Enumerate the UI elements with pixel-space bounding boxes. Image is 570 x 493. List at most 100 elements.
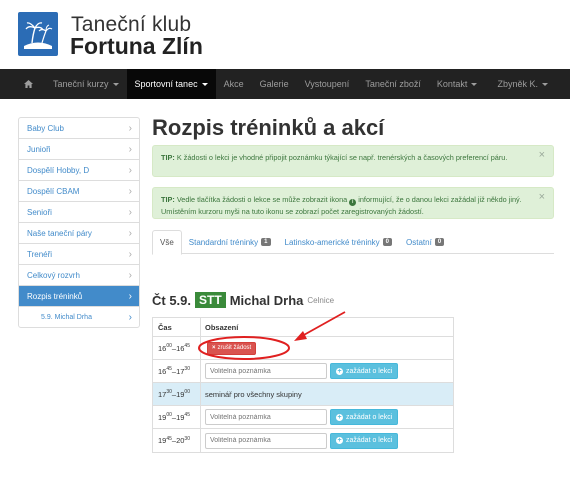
note-input[interactable]	[205, 409, 327, 425]
day-date: Čt 5.9.	[152, 292, 192, 308]
tab-label: Ostatní	[406, 237, 432, 247]
table-row: 17 30 – 19 00 seminář pro všechny skupiny	[153, 383, 453, 406]
end-minute: 30	[184, 435, 190, 442]
request-lesson-button[interactable]: + zažádat o lekci	[330, 409, 399, 425]
sidebar-item-label: Baby Club	[27, 123, 64, 133]
caret-down-icon	[471, 82, 478, 86]
sidebar-item-label: Trenéři	[27, 249, 53, 259]
time-cell: 19 00 – 19 45	[153, 406, 201, 428]
tip-text-before: Vedle tlačítka žádosti o lekce se může z…	[176, 195, 348, 204]
nav-kontakt[interactable]: Kontakt	[429, 69, 486, 99]
close-icon[interactable]: ×	[539, 150, 545, 161]
schedule-table: Čas Obsazení 16 00 – 16 45 × zrušit žádost 16…	[152, 317, 454, 453]
sidebar-item-treneri[interactable]: Trenéři ›	[19, 244, 139, 265]
caret-down-icon	[112, 82, 119, 86]
sidebar-item-label: Naše taneční páry	[27, 228, 92, 238]
table-row: 1645 – 1730 +zažádat o lekci	[153, 360, 453, 383]
chevron-right-icon: ›	[128, 312, 132, 323]
nav-sportovni-tanec[interactable]: Sportovní tanec	[126, 69, 216, 99]
table-row: 1945 – 2030 +zažádat o lekci	[153, 429, 453, 452]
sidebar-item-juniori[interactable]: Junioři ›	[19, 139, 139, 160]
user-menu[interactable]: Zbyněk K.	[489, 69, 556, 99]
training-day-heading: Čt 5.9. STT Michal Drha Celnice	[152, 292, 334, 308]
sidebar-item-seniori[interactable]: Senioři ›	[19, 202, 139, 223]
note-input[interactable]	[205, 432, 327, 449]
page-title: Rozpis tréninků a akcí	[152, 115, 385, 140]
nav-tanecni-kurzy[interactable]: Taneční kurzy	[45, 69, 127, 99]
sidebar-item-rozpis-treninku[interactable]: Rozpis tréninků ›	[19, 286, 139, 307]
sidebar-item-label: Junioři	[27, 144, 51, 154]
end-minute: 45	[184, 412, 190, 418]
table-row: 16 00 – 16 45 × zrušit žádost	[153, 337, 453, 360]
sidebar-subitem-label: 5.9. Michal Drha	[41, 313, 92, 321]
tip-label: TIP:	[161, 195, 175, 204]
start-hour: 16	[158, 366, 167, 376]
occupancy-cell: +zažádat o lekci	[201, 429, 453, 452]
sidebar-item-label: Dospělí CBAM	[27, 186, 80, 196]
chevron-right-icon: ›	[128, 249, 132, 260]
chevron-right-icon: ›	[128, 144, 132, 155]
start-minute: 00	[166, 343, 172, 349]
sidebar-item-celkovy-rozvrh[interactable]: Celkový rozvrh ›	[19, 265, 139, 286]
nav-galerie[interactable]: Galerie	[252, 69, 297, 99]
cancel-request-label: zrušit žádost	[217, 345, 252, 351]
start-hour: 16	[158, 343, 167, 353]
tab-ostatni[interactable]: Ostatní 0	[399, 230, 451, 254]
end-hour: 16	[176, 343, 185, 353]
sidebar-item-baby-club[interactable]: Baby Club ›	[19, 118, 139, 139]
request-lesson-button[interactable]: + zažádat o lekci	[330, 432, 399, 449]
dance-type-badge: STT	[195, 292, 226, 308]
tab-label: Latinsko-americké tréninky	[284, 237, 380, 247]
chevron-right-icon: ›	[128, 123, 132, 134]
sidebar-item-dospeli-hobby[interactable]: Dospělí Hobby, D ›	[19, 160, 139, 181]
sidebar-subitem-training[interactable]: 5.9. Michal Drha ›	[19, 307, 139, 327]
tab-latinsko-americke[interactable]: Latinsko-americké tréninky 0	[278, 230, 400, 254]
nav-label: Galerie	[259, 79, 289, 89]
tab-vse[interactable]: Vše	[152, 230, 182, 255]
info-icon: i	[349, 199, 357, 206]
sidebar-item-dospeli-cbam[interactable]: Dospělí CBAM ›	[19, 181, 139, 202]
request-lesson-label: zažádat o lekci	[346, 437, 393, 444]
occupancy-cell: seminář pro všechny skupiny	[201, 383, 453, 405]
start-minute: 45	[166, 366, 172, 372]
start-hour: 17	[158, 389, 167, 399]
start-minute: 45	[166, 435, 172, 442]
cancel-request-button[interactable]: × zrušit žádost	[207, 341, 257, 355]
event-description: seminář pro všechny skupiny	[205, 389, 302, 399]
header-occupancy: Obsazení	[205, 322, 239, 332]
tip-alert-info-icon: TIP: Vedle tlačítka žádosti o lekce se m…	[152, 187, 554, 219]
request-lesson-button[interactable]: + zažádat o lekci	[330, 363, 399, 379]
occupancy-cell: × zrušit žádost	[201, 337, 453, 359]
home-icon[interactable]	[0, 69, 45, 99]
nav-label: Taneční kurzy	[53, 79, 109, 89]
palm-island-logo-icon[interactable]	[18, 12, 58, 56]
count-badge: 0	[434, 238, 445, 246]
request-lesson-label: zažádat o lekci	[346, 413, 393, 421]
nav-label: Kontakt	[436, 79, 468, 89]
note-input[interactable]	[205, 363, 327, 379]
main-navbar: Taneční kurzy Sportovní tanec Akce Galer…	[0, 69, 570, 99]
time-cell: 19 45 – 20 30	[153, 429, 201, 452]
tab-label: Vše	[160, 238, 174, 247]
count-badge: 0	[382, 238, 393, 246]
sidebar-nav: Baby Club › Junioři › Dospělí Hobby, D › Do…	[18, 117, 140, 328]
end-hour: 19	[176, 389, 185, 399]
count-badge: 1	[261, 238, 271, 246]
nav-akce[interactable]: Akce	[216, 69, 252, 99]
close-icon[interactable]: ×	[539, 192, 545, 203]
end-hour: 17	[176, 366, 185, 376]
sidebar-item-nase-pary[interactable]: Naše taneční páry ›	[19, 223, 139, 244]
nav-label: Akce	[223, 79, 244, 89]
tab-standardni[interactable]: Standardní tréninky 1	[182, 230, 278, 254]
end-minute: 30	[184, 366, 190, 372]
nav-label: Sportovní tanec	[134, 79, 198, 89]
time-cell: 16 00 – 16 45	[153, 337, 201, 359]
brand-line2[interactable]: Fortuna Zlín	[70, 33, 203, 60]
chevron-right-icon: ›	[128, 186, 132, 197]
sidebar-item-label: Celkový rozvrh	[27, 270, 80, 280]
plus-circle-icon: +	[336, 413, 343, 421]
sidebar-item-label: Dospělí Hobby, D	[27, 165, 90, 175]
nav-tanecni-zbozi[interactable]: Taneční zboží	[357, 69, 429, 99]
nav-vystoupeni[interactable]: Vystoupení	[297, 69, 358, 99]
header-time: Čas	[153, 318, 201, 336]
